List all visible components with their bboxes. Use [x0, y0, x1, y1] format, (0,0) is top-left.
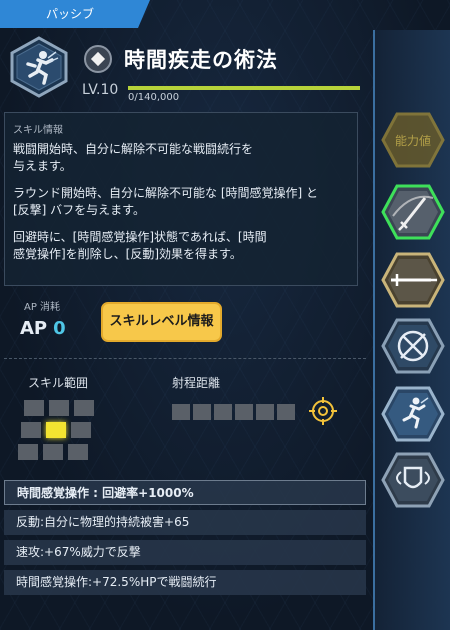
distance-label: 射程距離: [172, 376, 221, 390]
divider: [4, 358, 366, 359]
skill-level: LV.10: [82, 82, 119, 98]
range-cell: [71, 422, 91, 438]
distance-cell: [235, 404, 253, 420]
range-cell-active: [46, 422, 66, 438]
exp-progress-bar: [128, 86, 360, 90]
range-cell: [49, 400, 69, 416]
exp-progress-fill: [128, 86, 360, 90]
running-figure-icon[interactable]: [381, 386, 445, 442]
description-header: スキル情報: [13, 125, 63, 136]
stat-row: 時間感覚操作 : 回避率+1000%: [4, 480, 366, 505]
locked-ability-slot[interactable]: 能力値: [381, 112, 445, 168]
crossed-bow-icon[interactable]: [381, 318, 445, 374]
ap-cost: AP 0: [20, 318, 66, 339]
ap-value: 0: [53, 318, 66, 339]
ap-cost-label: AP 消耗: [24, 302, 61, 313]
stat-row: 時間感覚操作:+72.5%HPで戦闘続行: [4, 570, 366, 595]
range-cell: [43, 444, 63, 460]
tab-passive-label: パッシブ: [46, 7, 95, 21]
diamond-icon: [84, 45, 112, 73]
title-row: 時間疾走の術法: [84, 44, 278, 74]
distance-cell: [214, 404, 232, 420]
distance-cell: [193, 404, 211, 420]
sword-icon[interactable]: [381, 252, 445, 308]
distance-cell: [277, 404, 295, 420]
range-cell: [68, 444, 88, 460]
tab-passive[interactable]: パッシブ: [0, 0, 150, 28]
distance-cell: [172, 404, 190, 420]
stat-row: 反動:自分に物理的持続被害+65: [4, 510, 366, 535]
exp-text: 0/140,000: [128, 92, 180, 103]
crosshair-icon: [309, 397, 337, 425]
description-paragraph: 回避時に、[時間感覚操作]状態であれば、[時間 感覚操作]を削除し、[反動]効果…: [13, 230, 267, 261]
skill-level-info-button[interactable]: スキルレベル情報: [101, 302, 222, 342]
description-paragraph: 戦闘開始時、自分に解除不可能な戦闘続行を 与えます。: [13, 142, 254, 173]
description-paragraph: ラウンド開始時、自分に解除不可能な [時間感覚操作] と [反撃] バフを与えま…: [13, 186, 318, 217]
skill-range-label: スキル範囲: [28, 376, 89, 390]
running-skill-icon: [10, 36, 68, 98]
ap-prefix: AP: [20, 318, 48, 339]
range-cell: [18, 444, 38, 460]
distance-bar: [172, 404, 298, 420]
range-cell: [74, 400, 94, 416]
distance-cell: [256, 404, 274, 420]
winged-shield-icon[interactable]: [381, 452, 445, 508]
sword-slash-icon[interactable]: [381, 184, 445, 240]
range-cell: [24, 400, 44, 416]
skill-title: 時間疾走の術法: [124, 48, 278, 72]
skill-description-panel: スキル情報 戦闘開始時、自分に解除不可能な戦闘続行を 与えます。 ラウンド開始時…: [4, 112, 358, 286]
stat-row: 速攻:+67%威力で反撃: [4, 540, 366, 565]
range-cell: [21, 422, 41, 438]
locked-slot-label: 能力値: [395, 133, 431, 148]
